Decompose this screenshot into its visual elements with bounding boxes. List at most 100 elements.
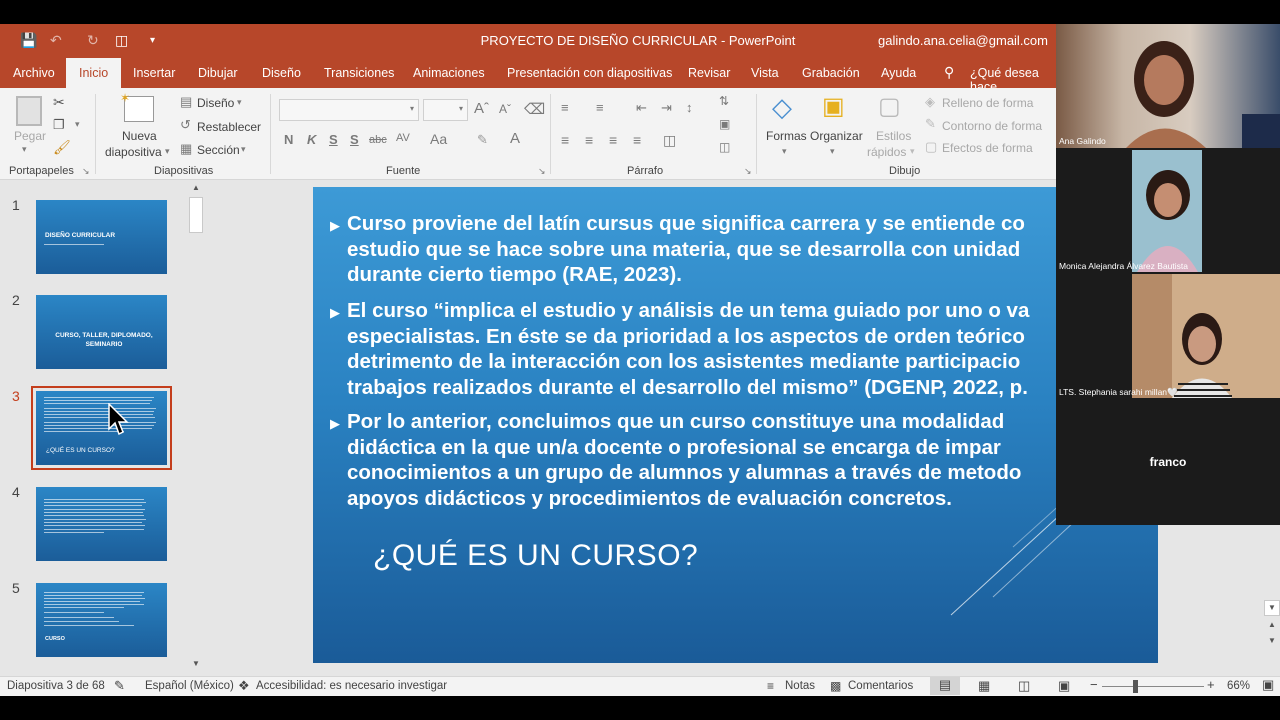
font-size-dropdown-icon[interactable]: ▾	[459, 104, 463, 113]
slideshow-icon[interactable]: ▣	[1058, 678, 1070, 694]
reset-button[interactable]: Restablecer	[197, 120, 261, 134]
slide-title[interactable]: ¿QUÉ ES UN CURSO?	[373, 539, 698, 573]
increase-indent-icon[interactable]: ⇥	[661, 100, 672, 116]
format-painter-icon[interactable]: 🖌	[53, 139, 71, 156]
scroll-thumb[interactable]	[189, 197, 203, 233]
quick-styles-label-2[interactable]: rápidos	[867, 145, 906, 159]
section-button[interactable]: Sección	[197, 143, 240, 157]
tab-vista[interactable]: Vista	[751, 66, 779, 80]
new-slide-label-1[interactable]: Nueva	[122, 129, 157, 143]
change-case-icon[interactable]: Aa	[430, 131, 447, 147]
current-slide[interactable]: ▶ Curso proviene del latín cursus que si…	[313, 187, 1158, 663]
font-name-box[interactable]	[279, 99, 419, 121]
account-email[interactable]: galindo.ana.celia@gmail.com	[878, 33, 1048, 48]
participant-tile-2[interactable]	[1132, 150, 1202, 272]
arrange-icon[interactable]: ▣	[822, 92, 845, 121]
italic-icon[interactable]: K	[307, 132, 316, 147]
normal-view-icon[interactable]: ▤	[930, 677, 960, 695]
layout-dropdown-icon[interactable]: ▾	[237, 97, 242, 108]
section-dropdown-icon[interactable]: ▾	[241, 144, 246, 155]
slide-thumbnail-1[interactable]: DISEÑO CURRICULAR	[36, 200, 167, 274]
shapes-icon[interactable]: ◇	[772, 92, 792, 123]
zoom-slider-thumb[interactable]	[1133, 680, 1138, 693]
bold-icon[interactable]: N	[284, 132, 293, 147]
slide-counter[interactable]: Diapositiva 3 de 68	[7, 680, 105, 692]
font-name-dropdown-icon[interactable]: ▾	[410, 104, 414, 113]
strikethrough-icon[interactable]: abc	[369, 134, 387, 146]
tab-insertar[interactable]: Insertar	[133, 66, 175, 80]
align-left-icon[interactable]: ≡	[561, 132, 569, 148]
columns-icon[interactable]: ◫	[663, 132, 676, 149]
bullets-icon[interactable]: ≡	[561, 100, 569, 115]
cut-icon[interactable]: ✂	[53, 94, 65, 111]
language-indicator[interactable]: Español (México)	[145, 680, 234, 692]
paste-icon[interactable]	[16, 96, 42, 126]
slide-thumbnail-3[interactable]: ¿QUÉ ES UN CURSO?	[31, 386, 172, 470]
shape-outline-button[interactable]: Contorno de forma	[942, 119, 1042, 133]
reading-view-icon[interactable]: ◫	[1018, 678, 1030, 694]
tab-grabacion[interactable]: Grabación	[802, 66, 860, 80]
zoom-out-icon[interactable]: −	[1090, 677, 1098, 692]
copy-dropdown-icon[interactable]: ▾	[75, 119, 80, 130]
layout-button[interactable]: Diseño	[197, 96, 234, 110]
fit-to-window-icon[interactable]: ▣	[1262, 677, 1274, 693]
spacing-icon[interactable]: AV	[396, 132, 410, 144]
tab-dibujar[interactable]: Dibujar	[198, 66, 238, 80]
new-slide-label-2[interactable]: diapositiva	[105, 145, 162, 159]
quick-styles-icon[interactable]: ▢	[878, 92, 901, 121]
clear-format-icon[interactable]: ⌫	[524, 100, 545, 118]
tab-animaciones[interactable]: Animaciones	[413, 66, 485, 80]
slide-sorter-icon[interactable]: ▦	[978, 678, 990, 694]
numbering-icon[interactable]: ≡	[596, 100, 604, 115]
shrink-font-icon[interactable]: Aˇ	[499, 102, 511, 116]
participant-tile-1[interactable]: Ana Galindo	[1056, 24, 1280, 148]
paste-button[interactable]: Pegar	[14, 129, 46, 143]
zoom-in-icon[interactable]: +	[1207, 677, 1215, 692]
paste-dropdown-icon[interactable]: ▾	[22, 144, 27, 155]
tab-archivo[interactable]: Archivo	[13, 66, 55, 80]
tab-inicio[interactable]: Inicio	[66, 58, 122, 88]
next-slide-icon[interactable]: ▼	[1268, 636, 1276, 645]
comments-button[interactable]: Comentarios	[848, 680, 913, 692]
shapes-dropdown-icon[interactable]: ▾	[782, 146, 787, 157]
tab-revisar[interactable]: Revisar	[688, 66, 730, 80]
accessibility-status[interactable]: Accesibilidad: es necesario investigar	[256, 680, 447, 692]
notes-check-icon[interactable]: ✎	[114, 678, 125, 694]
decrease-indent-icon[interactable]: ⇤	[636, 100, 647, 116]
line-spacing-icon[interactable]: ↕	[686, 100, 693, 115]
new-slide-dropdown-icon[interactable]: ▾	[165, 146, 170, 157]
font-launcher-icon[interactable]: ↘	[538, 166, 546, 177]
tab-transiciones[interactable]: Transiciones	[324, 66, 394, 80]
slide-thumbnail-5[interactable]: CURSO	[36, 583, 167, 657]
align-center-icon[interactable]: ≡	[585, 132, 593, 148]
paragraph-launcher-icon[interactable]: ↘	[744, 166, 752, 177]
slide-thumbnail-4[interactable]	[36, 487, 167, 561]
shape-effects-button[interactable]: Efectos de forma	[942, 141, 1033, 155]
grow-font-icon[interactable]: Aˆ	[474, 100, 489, 117]
canvas-scroll-down-icon[interactable]: ▼	[1264, 600, 1280, 616]
zoom-level[interactable]: 66%	[1227, 680, 1250, 692]
text-direction-icon[interactable]: ⇅	[719, 94, 729, 108]
shapes-button[interactable]: Formas	[766, 129, 807, 143]
copy-icon[interactable]: ❐	[53, 117, 65, 133]
previous-slide-icon[interactable]: ▲	[1268, 620, 1276, 629]
quick-styles-label-1[interactable]: Estilos	[876, 129, 911, 143]
smartart-icon[interactable]: ◫	[719, 140, 730, 154]
tab-presentacion[interactable]: Presentación con diapositivas	[507, 66, 672, 80]
font-color-icon[interactable]: A	[510, 130, 520, 147]
arrange-button[interactable]: Organizar	[810, 129, 863, 143]
tab-diseno[interactable]: Diseño	[262, 66, 301, 80]
highlight-icon[interactable]: ✎	[477, 132, 488, 148]
align-right-icon[interactable]: ≡	[609, 132, 617, 148]
shape-fill-button[interactable]: Relleno de forma	[942, 96, 1033, 110]
notes-button[interactable]: Notas	[785, 680, 815, 692]
underline-icon[interactable]: S	[329, 132, 338, 147]
participant-tile-4[interactable]: franco	[1056, 402, 1280, 525]
zoom-slider-track[interactable]	[1102, 686, 1204, 687]
clipboard-launcher-icon[interactable]: ↘	[82, 166, 90, 177]
thumbnails-scrollbar[interactable]: ▲ ▼	[188, 183, 204, 673]
shadow-icon[interactable]: S	[350, 132, 359, 147]
tab-ayuda[interactable]: Ayuda	[881, 66, 916, 80]
participant-tile-3[interactable]	[1132, 274, 1280, 398]
align-text-icon[interactable]: ▣	[719, 117, 730, 131]
